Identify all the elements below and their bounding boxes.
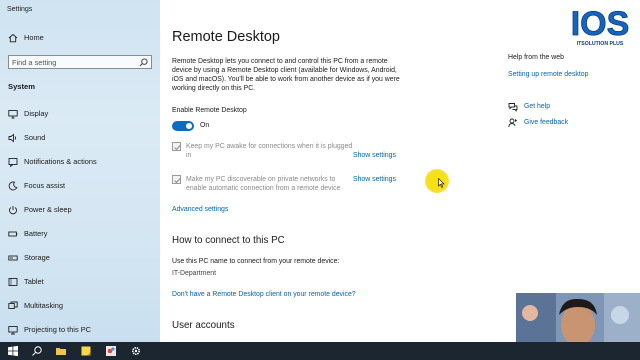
checkmark-icon <box>174 178 181 184</box>
file-explorer-icon[interactable] <box>55 345 67 357</box>
monitor-icon <box>8 110 18 119</box>
svg-text:ITSOLUTION PLUS: ITSOLUTION PLUS <box>577 41 624 47</box>
get-help-link[interactable]: Get help <box>524 103 550 110</box>
ios-logo-graphic: IOS ITSOLUTION PLUS <box>570 5 630 47</box>
how-to-connect-heading: How to connect to this PC <box>172 235 285 246</box>
notification-icon <box>8 158 18 167</box>
page-description: Remote Desktop lets you connect to and c… <box>172 58 400 92</box>
sidebar-item-storage[interactable]: Storage <box>0 251 160 265</box>
search-box[interactable] <box>8 55 152 69</box>
enable-remote-desktop-label: Enable Remote Desktop <box>172 107 247 114</box>
windows-start-icon[interactable] <box>7 345 19 357</box>
sidebar-item-label: Sound <box>24 133 46 142</box>
sidebar-item-battery[interactable]: Battery <box>0 227 160 241</box>
sidebar-item-display[interactable]: Display <box>0 107 160 121</box>
user-accounts-heading: User accounts <box>172 320 235 331</box>
sidebar-item-multitasking[interactable]: Multitasking <box>0 299 160 313</box>
sidebar-home-label: Home <box>24 33 44 42</box>
multitasking-icon <box>8 301 18 309</box>
discoverable-checkbox[interactable] <box>172 175 181 184</box>
sidebar-item-label: Focus assist <box>24 181 66 190</box>
setting-up-remote-desktop-link[interactable]: Setting up remote desktop <box>508 71 588 78</box>
search-icon[interactable] <box>139 58 148 67</box>
tablet-icon <box>8 278 18 286</box>
sidebar-item-label: Multitasking <box>24 301 64 310</box>
remote-desktop-page: Remote Desktop Remote Desktop lets you c… <box>160 0 640 342</box>
sidebar-item-projecting[interactable]: Projecting to this PC <box>0 323 160 337</box>
sidebar-section-title: System <box>8 82 36 91</box>
sidebar-item-label: Notifications & actions <box>24 157 97 166</box>
mouse-pointer-icon <box>438 178 445 188</box>
sidebar-item-label: Power & sleep <box>24 205 72 214</box>
sidebar-item-label: Display <box>24 109 49 118</box>
paint-app-icon[interactable] <box>105 345 117 357</box>
show-settings-link-1[interactable]: Show settings <box>353 152 396 159</box>
sidebar-item-label: Projecting to this PC <box>24 325 91 334</box>
search-input[interactable] <box>12 57 132 68</box>
search-icon[interactable] <box>31 345 43 357</box>
speaker-icon <box>8 133 17 143</box>
no-client-link[interactable]: Don't have a Remote Desktop client on yo… <box>172 291 356 298</box>
help-from-web-title: Help from the web <box>508 54 564 61</box>
page-title: Remote Desktop <box>172 29 280 45</box>
sidebar-item-label: Storage <box>24 253 50 262</box>
ios-brand-logo: IOS ITSOLUTION PLUS <box>562 3 638 47</box>
enable-remote-desktop-toggle[interactable] <box>172 121 194 131</box>
toggle-state-label: On <box>200 122 210 129</box>
battery-icon <box>8 231 18 237</box>
give-feedback-link[interactable]: Give feedback <box>524 119 568 126</box>
home-icon <box>8 33 18 43</box>
keep-awake-text: Keep my PC awake for connections when it… <box>186 143 353 159</box>
sticky-notes-icon[interactable] <box>80 345 92 357</box>
checkmark-icon <box>174 145 181 151</box>
storage-icon <box>8 255 18 261</box>
sidebar-item-notifications[interactable]: Notifications & actions <box>0 155 160 169</box>
sidebar-item-focus-assist[interactable]: Focus assist <box>0 179 160 193</box>
sidebar-item-tablet[interactable]: Tablet <box>0 275 160 289</box>
windows-taskbar <box>0 342 640 360</box>
cursor-highlight <box>425 169 449 193</box>
power-icon <box>9 206 17 215</box>
toggle-knob <box>186 123 192 129</box>
pc-name-value: IT-Department <box>172 270 217 277</box>
chat-help-icon <box>508 103 518 112</box>
advanced-settings-link[interactable]: Advanced settings <box>172 206 228 213</box>
sidebar-item-power-sleep[interactable]: Power & sleep <box>0 203 160 217</box>
svg-text:IOS: IOS <box>571 5 630 43</box>
projecting-icon <box>8 326 18 335</box>
sidebar-item-label: Tablet <box>24 277 44 286</box>
use-pc-name-text: Use this PC name to connect from your re… <box>172 258 340 265</box>
sidebar-item-label: Battery <box>24 229 48 238</box>
show-settings-link-2[interactable]: Show settings <box>353 176 396 183</box>
keep-awake-checkbox[interactable] <box>172 142 181 151</box>
window-title: Settings <box>7 6 33 13</box>
sidebar-home[interactable]: Home <box>0 31 160 45</box>
feedback-icon <box>508 118 518 128</box>
settings-sidebar: Settings Home System Display Sound Notif… <box>0 0 160 342</box>
moon-icon <box>8 181 18 191</box>
sidebar-item-sound[interactable]: Sound <box>0 131 160 145</box>
settings-gear-icon[interactable] <box>130 345 142 357</box>
discoverable-text: Make my PC discoverable on private netwo… <box>186 176 341 192</box>
